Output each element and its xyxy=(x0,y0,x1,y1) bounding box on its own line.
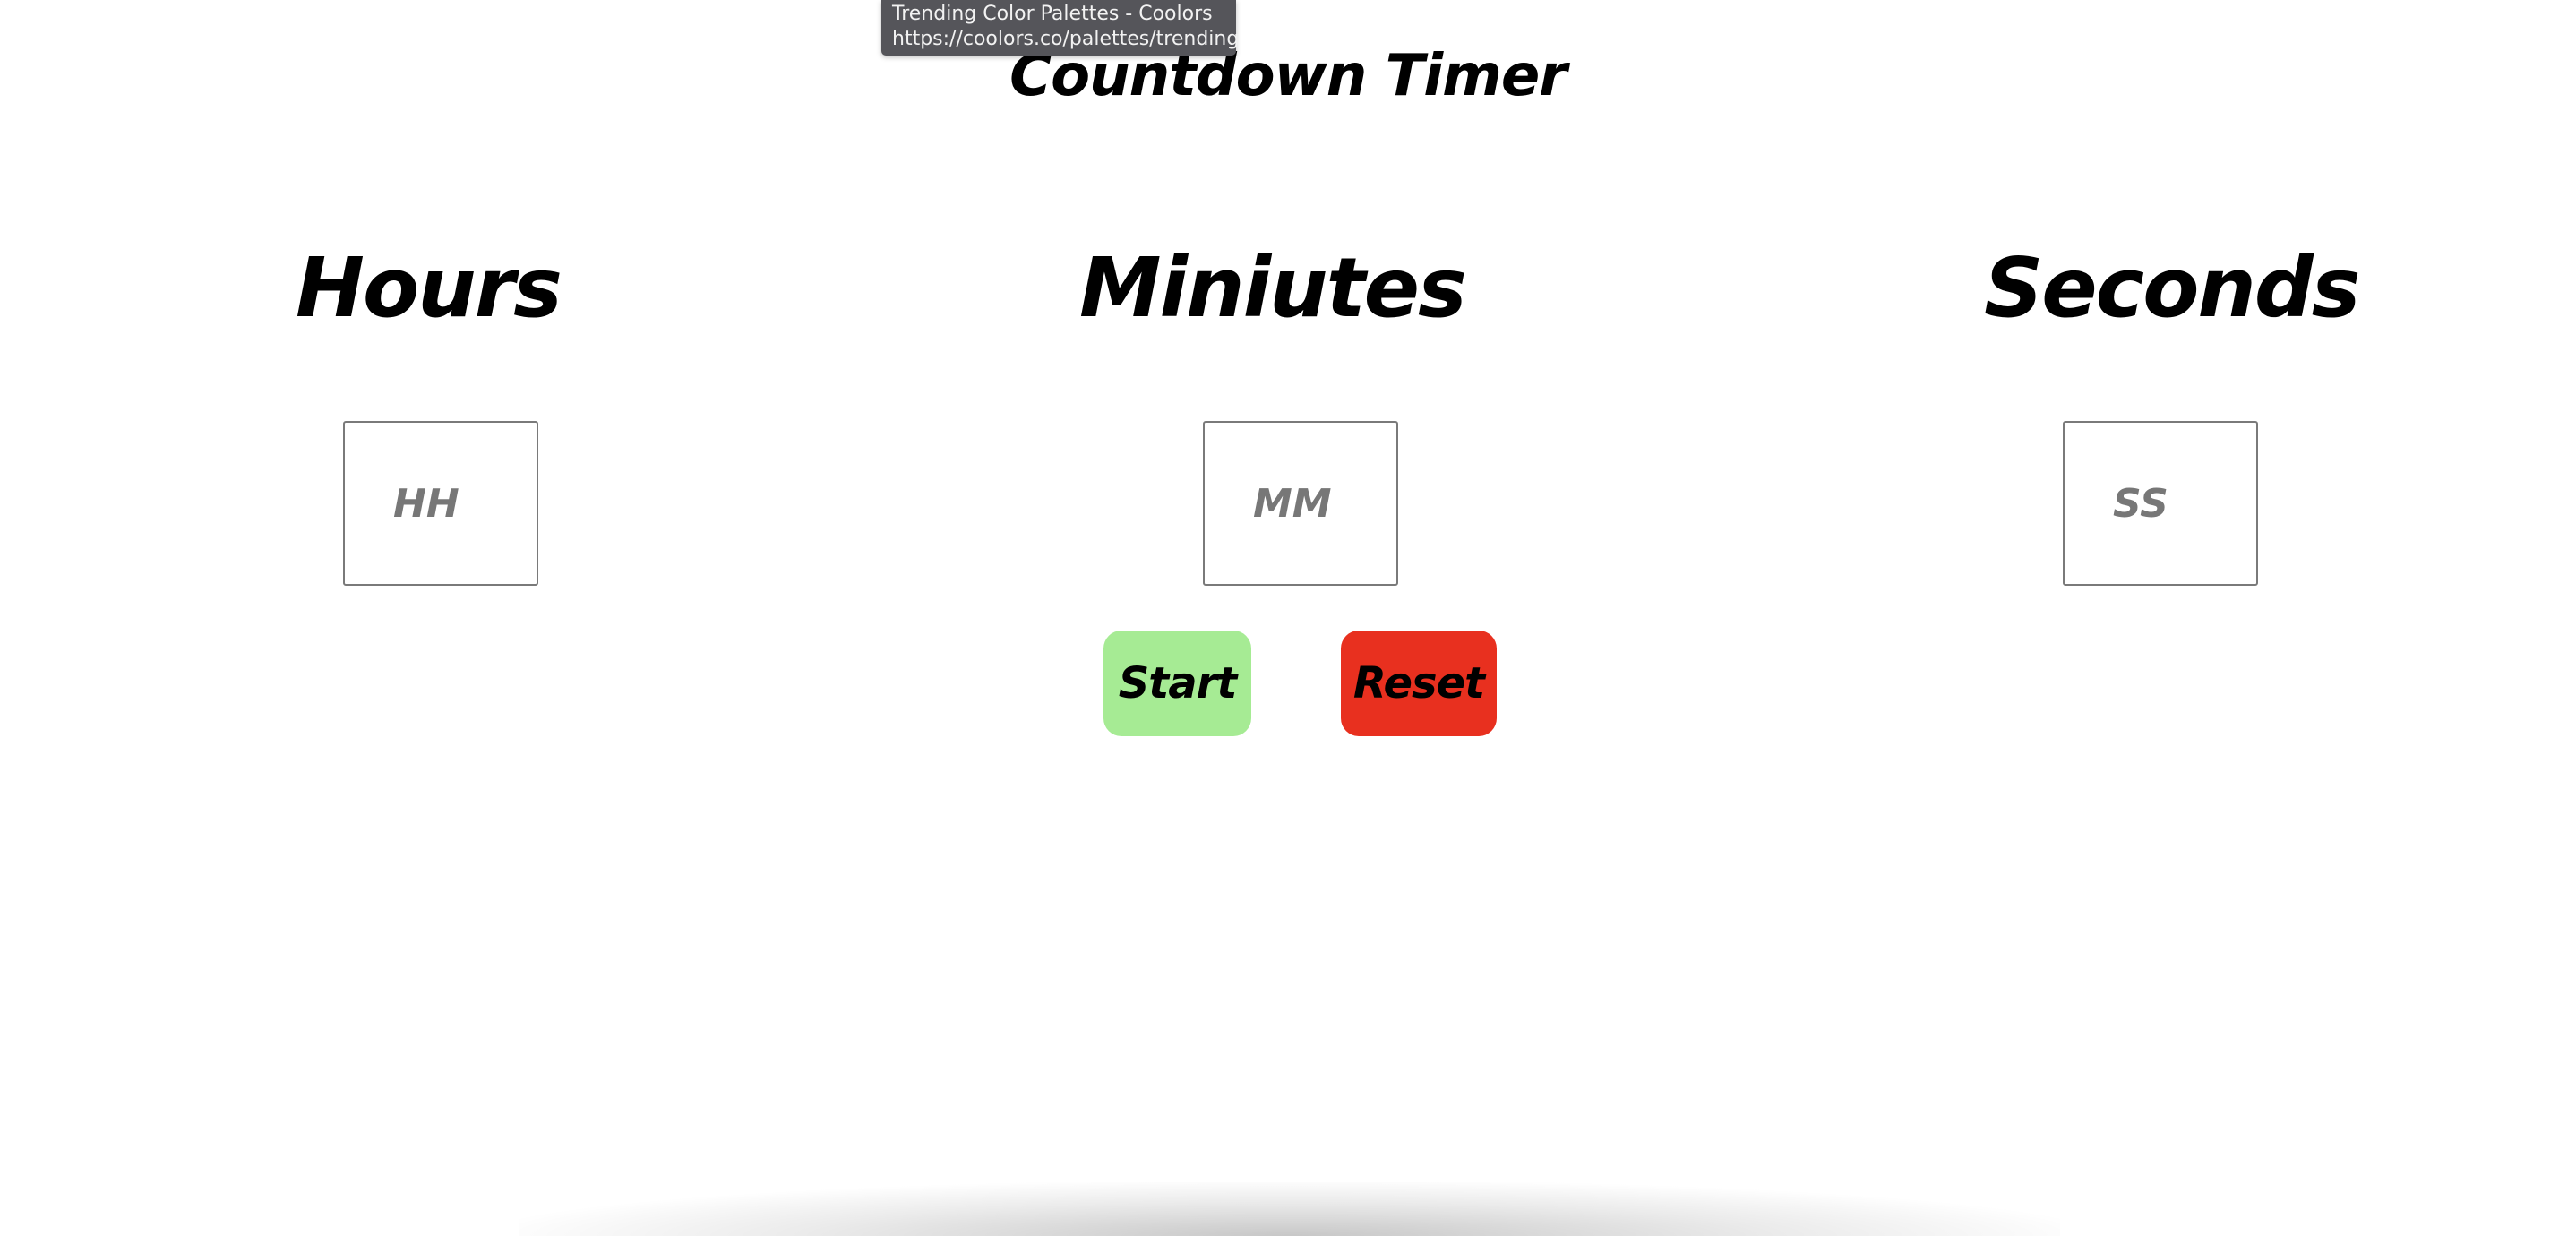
reset-button[interactable]: Reset xyxy=(1341,631,1497,736)
minutes-heading: Miniutes xyxy=(1079,240,1467,336)
tooltip-url: https://coolors.co/palettes/trending xyxy=(892,28,1240,50)
minutes-input[interactable] xyxy=(1203,421,1398,586)
link-tooltip: Trending Color Palettes - Coolors https:… xyxy=(881,0,1240,56)
page-title: Countdown Timer xyxy=(1009,43,1567,109)
seconds-input[interactable] xyxy=(2063,421,2258,586)
start-button[interactable]: Start xyxy=(1103,631,1251,736)
hours-heading: Hours xyxy=(296,240,562,336)
hours-input[interactable] xyxy=(343,421,538,586)
window-bottom-shadow xyxy=(519,1182,2060,1236)
seconds-heading: Seconds xyxy=(1984,240,2361,336)
tooltip-title: Trending Color Palettes - Coolors xyxy=(892,3,1213,25)
